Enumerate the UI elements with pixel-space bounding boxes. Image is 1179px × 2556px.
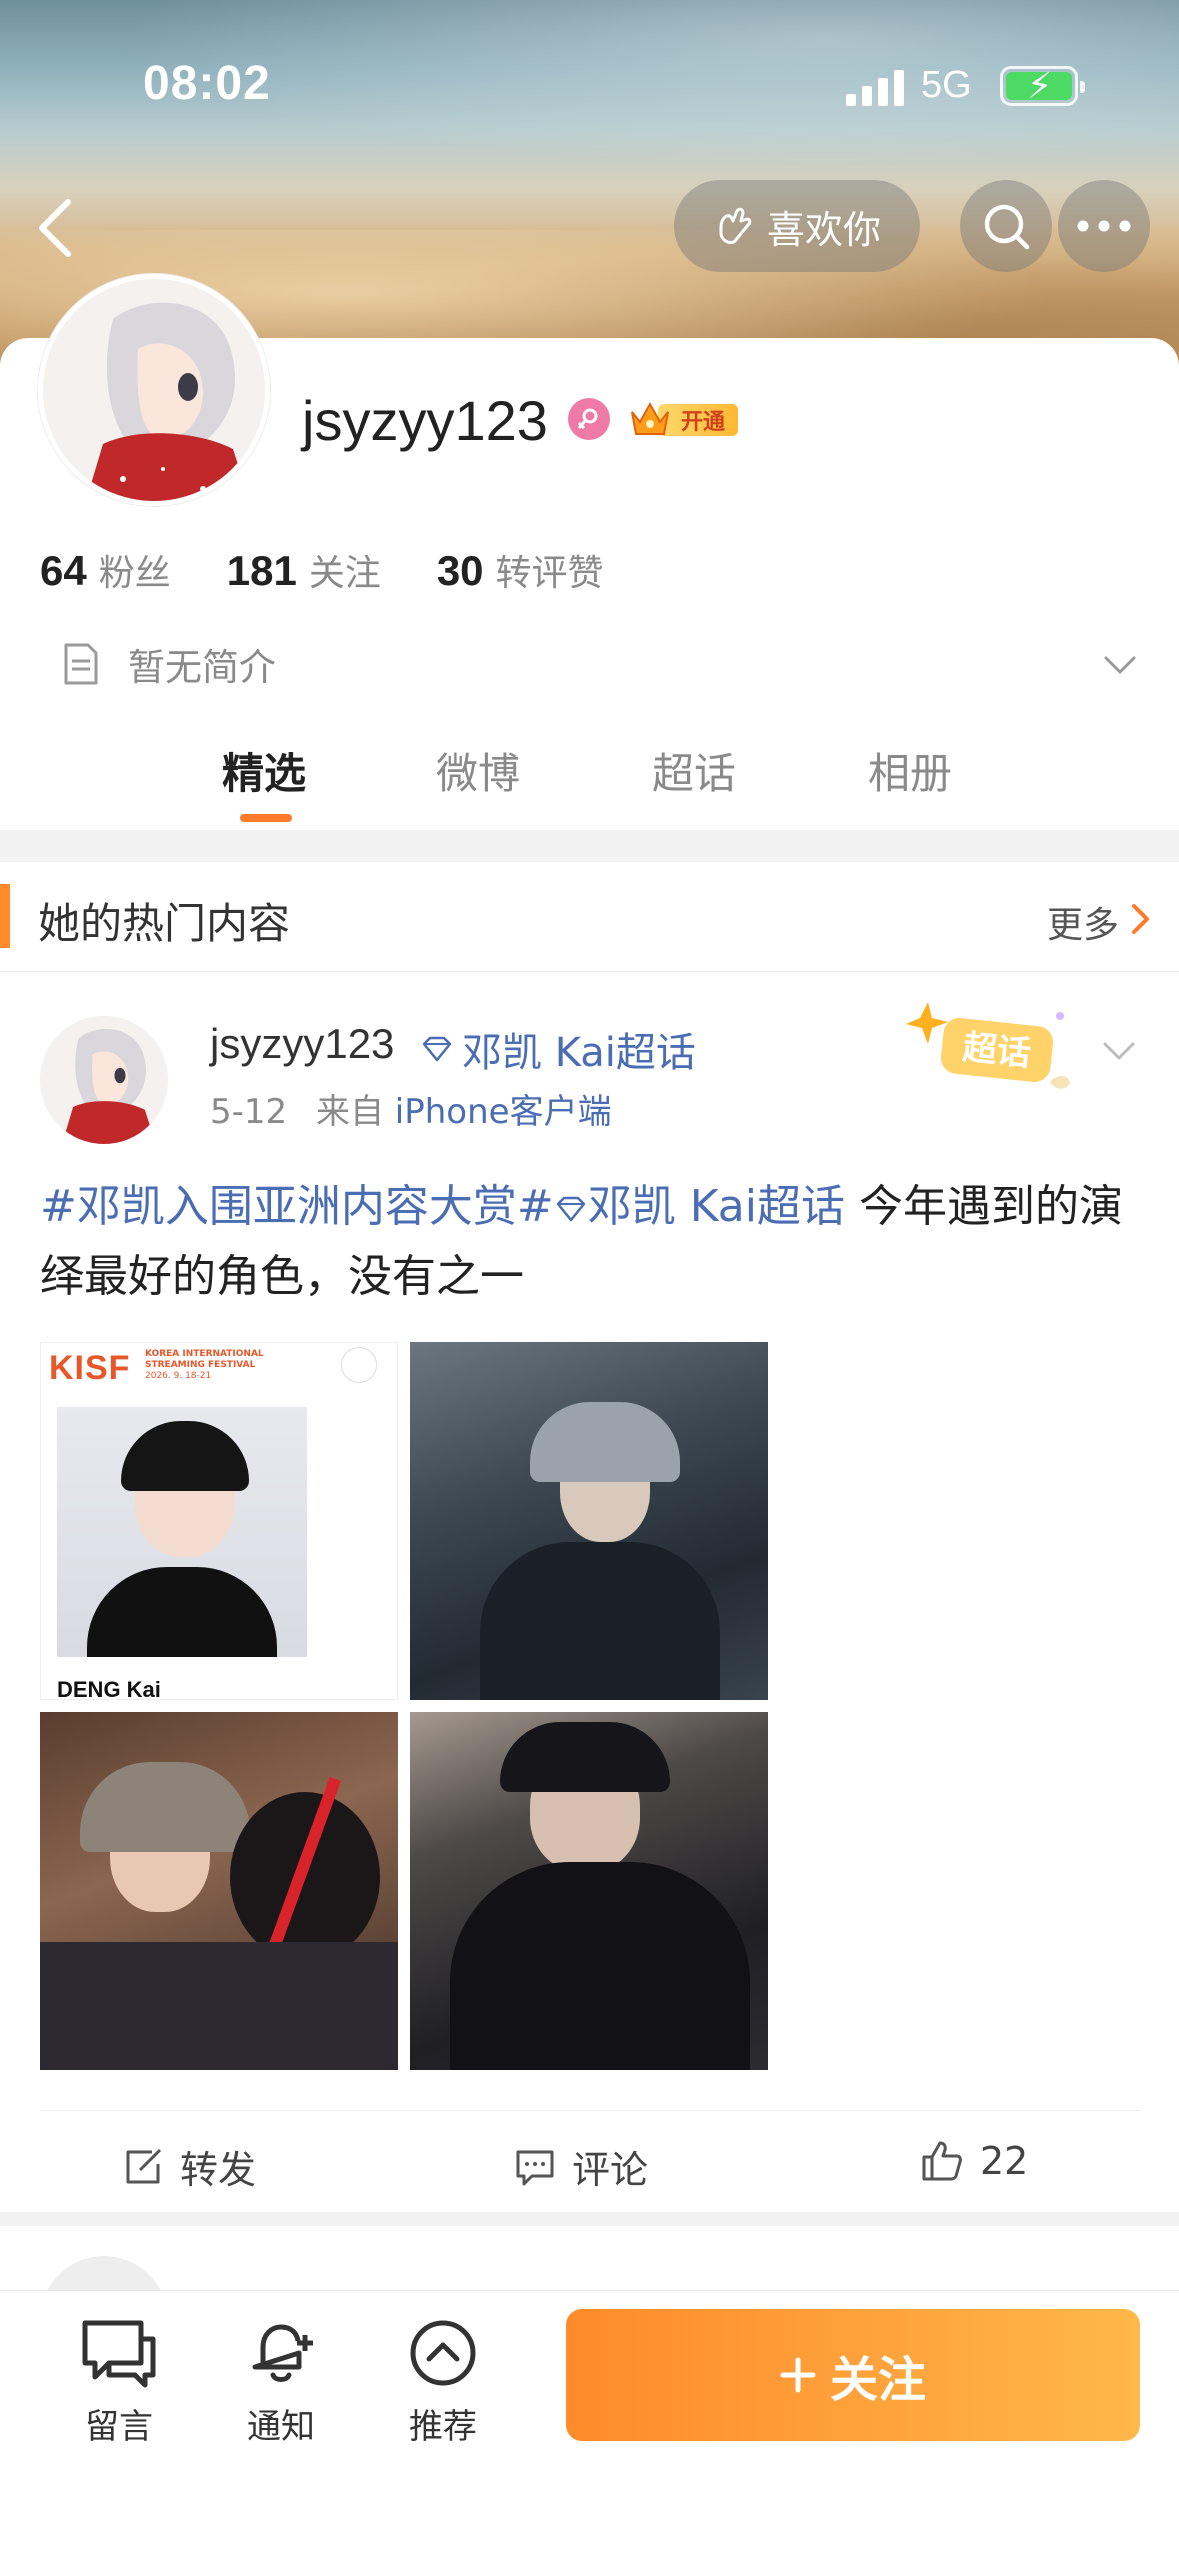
tab-featured[interactable]: 精选 [222,740,306,801]
message-label: 留言 [85,2407,153,2447]
diamond-icon [422,1036,452,1062]
bell-plus-icon [252,2324,313,2382]
notify-label: 通知 [247,2407,315,2447]
engagement-count: 30 [436,547,484,594]
engagement-label: 转评赞 [495,553,604,594]
anime-girl-avatar-image [40,1016,168,1144]
post-from-prefix: 来自 [315,1092,384,1132]
diamond-icon [556,1196,585,1222]
search-icon [984,204,1030,250]
festival-logo: KISF [49,1349,131,1387]
post-source[interactable]: iPhone客户端 [395,1092,612,1132]
super-topic-sticker: 超话 [906,1002,1070,1089]
tab-weibo[interactable]: 微博 [436,740,520,801]
female-gender-icon [568,398,610,440]
like-button[interactable]: 22 [920,2139,1028,2183]
status-bar: 08:02 5G ⚡ [0,0,1179,150]
section-divider [0,830,1179,862]
post-card: jsyzyy123 邓凯 Kai超话 5-12 来自 iPhone客户端 超话 … [0,972,1179,2212]
comment-icon [516,2150,554,2185]
repost-label: 转发 [180,2148,257,2192]
notify-button[interactable]: 通知 [226,2317,336,2448]
post-image-2[interactable] [410,1342,768,1700]
tab-super-topic[interactable]: 超话 [652,740,736,801]
chevron-right-icon[interactable] [1129,902,1153,936]
comment-label: 评论 [572,2148,649,2192]
followers-count: 64 [40,547,87,594]
post-text: #邓凯入围亚洲内容大赏# 邓凯 Kai超话 今年遇到的演绎最好的角色，没有之一 [40,1172,1150,1312]
hot-content-title: 她的热门内容 [38,899,291,948]
next-post-peek [0,2212,1179,2384]
post-date: 5-12 [210,1092,288,1132]
post-image-grid: KISF KOREA INTERNATIONAL STREAMING FESTI… [40,1342,770,2072]
profile-stats: 64 粉丝 181 关注 30 转评赞 [40,544,604,596]
battery-charging-icon: ⚡ [1000,66,1085,107]
bio-text: 暂无简介 [128,646,276,689]
message-bubble-icon [82,2320,156,2388]
plus-icon [780,2357,816,2393]
bio-row[interactable]: 暂无简介 [60,636,1140,692]
network-type: 5G [921,64,972,106]
more-dots-icon [1077,220,1131,232]
section-accent-bar [0,884,10,948]
post-image-3[interactable] [40,1712,398,2070]
like-you-button[interactable]: 喜欢你 [674,180,920,272]
engagement-stat[interactable]: 30 转评赞 [437,544,604,596]
recommend-button[interactable]: 推荐 [388,2317,498,2448]
post-author-name[interactable]: jsyzyy123 [210,1020,394,1068]
post-topic-label: 邓凯 Kai超话 [462,1030,696,1076]
back-arrow-icon[interactable] [30,196,86,260]
crown-icon [631,401,669,435]
more-options-button[interactable] [1058,180,1150,272]
anime-girl-avatar-image [43,279,265,501]
follow-button[interactable]: 关注 [566,2309,1140,2441]
followers-stat[interactable]: 64 粉丝 [40,544,171,596]
festival-name: KOREA INTERNATIONAL STREAMING FESTIVAL [145,1349,264,1370]
like-you-label: 喜欢你 [766,207,881,252]
recommend-label: 推荐 [409,2407,477,2447]
active-tab-indicator [240,814,292,822]
profile-username: jsyzyy123 [302,389,548,452]
post-super-topic-link[interactable]: 邓凯 Kai超话 [588,1181,845,1232]
post-meta: 5-12 来自 iPhone客户端 [210,1084,612,1133]
portrait-photo [57,1407,307,1657]
tab-album[interactable]: 相册 [868,740,952,801]
post-author-avatar[interactable] [40,1016,168,1144]
post-image-4[interactable] [410,1712,768,2070]
repost-button[interactable]: 转发 [122,2139,256,2194]
more-link[interactable]: 更多 [1047,896,1119,948]
festival-date: 2026. 9. 18-21 [145,1371,212,1381]
search-button[interactable] [960,180,1052,272]
followers-label: 粉丝 [98,553,171,594]
thumbs-up-icon [922,2141,962,2181]
like-count: 22 [980,2139,1029,2183]
cellular-signal-icon [846,68,904,106]
profile-tabs: 精选 微博 超话 相册 [0,730,1179,830]
post-topic-link[interactable]: 邓凯 Kai超话 [420,1020,696,1078]
repost-icon [126,2148,162,2183]
status-time: 08:02 [143,57,271,110]
following-count: 181 [226,547,297,594]
portrait-caption: DENG Kai [57,1677,161,1700]
post-hashtag[interactable]: #邓凯入围亚洲内容大赏# [40,1181,554,1232]
hot-content-header: 她的热门内容 更多 [0,862,1179,972]
follow-label: 关注 [829,2352,926,2408]
vip-open-badge[interactable]: 开通 [628,398,740,440]
chevron-up-circle-icon [410,2320,476,2386]
sticker-label: 超话 [961,1028,1033,1075]
post-options-chevron-icon[interactable] [1099,1030,1139,1070]
chevron-down-icon[interactable] [1100,644,1140,684]
hand-heart-icon [719,207,752,245]
document-icon [64,643,98,685]
post-image-1[interactable]: KISF KOREA INTERNATIONAL STREAMING FESTI… [40,1342,398,1700]
comment-button[interactable]: 评论 [514,2139,648,2194]
message-button[interactable]: 留言 [64,2317,174,2448]
following-stat[interactable]: 181 关注 [227,544,381,596]
bottom-action-bar: 留言 通知 推荐 关注 [0,2290,1179,2556]
profile-avatar[interactable] [38,274,270,506]
following-label: 关注 [308,553,381,594]
post-actions: 转发 评论 22 [40,2110,1140,2210]
